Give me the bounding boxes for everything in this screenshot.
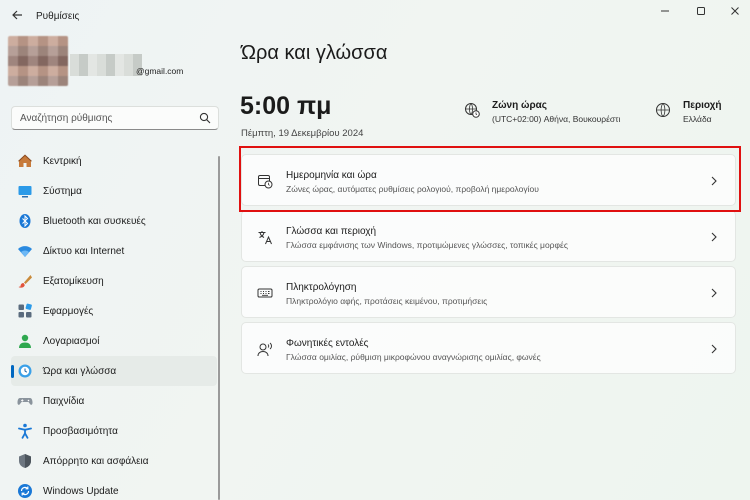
card-title: Ημερομηνία και ώρα	[286, 170, 377, 181]
sidebar-item-label: Εξατομίκευση	[43, 275, 104, 287]
globe-icon	[656, 103, 670, 117]
wifi-icon	[17, 243, 33, 259]
account-icon	[17, 333, 33, 349]
gamepad-icon	[17, 393, 33, 409]
card-typing[interactable]: Πληκτρολόγηση Πληκτρολόγιο αφής, προτάσε…	[241, 266, 736, 318]
sidebar-item-accessibility[interactable]: Προσβασιμότητα	[11, 416, 217, 446]
avatar	[8, 36, 68, 86]
settings-cards: Ημερομηνία και ώρα Ζώνες ώρας, αυτόματες…	[241, 154, 736, 378]
maximize-button[interactable]	[684, 2, 718, 20]
chevron-right-icon	[711, 176, 717, 186]
minimize-button[interactable]	[648, 2, 682, 20]
calendar-clock-icon	[258, 175, 273, 189]
region-title: Περιοχή	[683, 100, 722, 111]
search-icon[interactable]	[199, 112, 211, 124]
sidebar-item-bluetooth[interactable]: Bluetooth και συσκευές	[11, 206, 217, 236]
sidebar-item-time-language[interactable]: Ώρα και γλώσσα	[11, 356, 217, 386]
card-subtitle: Πληκτρολόγιο αφής, προτάσεις κειμένου, π…	[286, 296, 488, 306]
language-icon	[258, 231, 272, 245]
sidebar-item-label: Κεντρική	[43, 155, 82, 167]
card-date-time[interactable]: Ημερομηνία και ώρα Ζώνες ώρας, αυτόματες…	[241, 154, 736, 206]
search-input[interactable]	[20, 111, 196, 126]
sidebar-item-label: Εφαρμογές	[43, 305, 94, 317]
region-value: Ελλάδα	[683, 114, 712, 124]
app-title: Ρυθμίσεις	[36, 11, 80, 22]
sidebar-item-label: Δίκτυο και Internet	[43, 245, 125, 257]
globe-clock-icon	[465, 103, 480, 118]
keyboard-icon	[257, 288, 273, 298]
card-speech[interactable]: Φωνητικές εντολές Γλώσσα ομιλίας, ρύθμισ…	[241, 322, 736, 374]
bluetooth-icon	[17, 213, 33, 229]
sidebar-item-label: Bluetooth και συσκευές	[43, 215, 146, 227]
sidebar-item-home[interactable]: Κεντρική	[11, 146, 217, 176]
sidebar-item-personalization[interactable]: Εξατομίκευση	[11, 266, 217, 296]
close-icon	[731, 7, 739, 15]
back-arrow-icon	[12, 10, 22, 20]
sidebar-scrollbar[interactable]	[218, 156, 220, 500]
current-time: 5:00 πμ	[240, 92, 332, 120]
card-title: Γλώσσα και περιοχή	[286, 226, 377, 237]
sidebar-item-label: Απόρρητο και ασφάλεια	[43, 455, 149, 467]
close-button[interactable]	[718, 2, 750, 20]
apps-icon	[17, 303, 33, 319]
timezone-value: (UTC+02:00) Αθήνα, Βουκουρέστι	[492, 114, 621, 124]
sidebar-item-privacy[interactable]: Απόρρητο και ασφάλεια	[11, 446, 217, 476]
sidebar-item-apps[interactable]: Εφαρμογές	[11, 296, 217, 326]
back-button[interactable]	[6, 4, 28, 26]
sidebar-item-label: Παιχνίδια	[43, 395, 85, 407]
shield-icon	[17, 453, 33, 469]
brush-icon	[17, 273, 33, 289]
search-box[interactable]	[11, 106, 219, 130]
sidebar-item-system[interactable]: Σύστημα	[11, 176, 217, 206]
sidebar-item-accounts[interactable]: Λογαριασμοί	[11, 326, 217, 356]
timezone-title: Ζώνη ώρας	[492, 100, 547, 111]
card-language-region[interactable]: Γλώσσα και περιοχή Γλώσσα εμφάνισης των …	[241, 210, 736, 262]
chevron-right-icon	[711, 344, 717, 354]
card-title: Φωνητικές εντολές	[286, 338, 369, 349]
sidebar-nav: Κεντρική Σύστημα Bluetooth και συσκευές …	[11, 146, 217, 500]
maximize-icon	[697, 7, 705, 15]
globe-clock-icon	[17, 363, 33, 379]
card-title: Πληκτρολόγηση	[286, 282, 357, 293]
title-bar: Ρυθμίσεις	[0, 0, 750, 32]
sidebar-item-label: Σύστημα	[43, 185, 82, 197]
email-domain: @gmail.com	[136, 66, 184, 76]
card-subtitle: Γλώσσα εμφάνισης των Windows, προτιμώμεν…	[286, 240, 568, 250]
sidebar-item-windows-update[interactable]: Windows Update	[11, 476, 217, 500]
sidebar-item-network[interactable]: Δίκτυο και Internet	[11, 236, 217, 266]
update-icon	[17, 483, 33, 499]
chevron-right-icon	[711, 288, 717, 298]
user-profile[interactable]: @gmail.com	[8, 36, 218, 96]
page-title: Ώρα και γλώσσα	[241, 42, 388, 64]
home-icon	[17, 153, 33, 169]
blurred-email	[70, 54, 142, 76]
sidebar-item-label: Ώρα και γλώσσα	[43, 365, 117, 377]
accessibility-icon	[17, 423, 33, 439]
card-subtitle: Γλώσσα ομιλίας, ρύθμιση μικροφώνου αναγν…	[286, 352, 541, 362]
current-date: Πέμπτη, 19 Δεκεμβρίου 2024	[241, 128, 364, 139]
system-icon	[17, 183, 33, 199]
chevron-right-icon	[711, 232, 717, 242]
minimize-icon	[661, 10, 669, 12]
sidebar-item-label: Windows Update	[43, 485, 119, 497]
sidebar-item-label: Λογαριασμοί	[43, 335, 100, 347]
sidebar-item-label: Προσβασιμότητα	[43, 425, 118, 437]
sidebar-item-gaming[interactable]: Παιχνίδια	[11, 386, 217, 416]
card-subtitle: Ζώνες ώρας, αυτόματες ρυθμίσεις ρολογιού…	[286, 184, 539, 194]
speech-icon	[257, 342, 272, 357]
